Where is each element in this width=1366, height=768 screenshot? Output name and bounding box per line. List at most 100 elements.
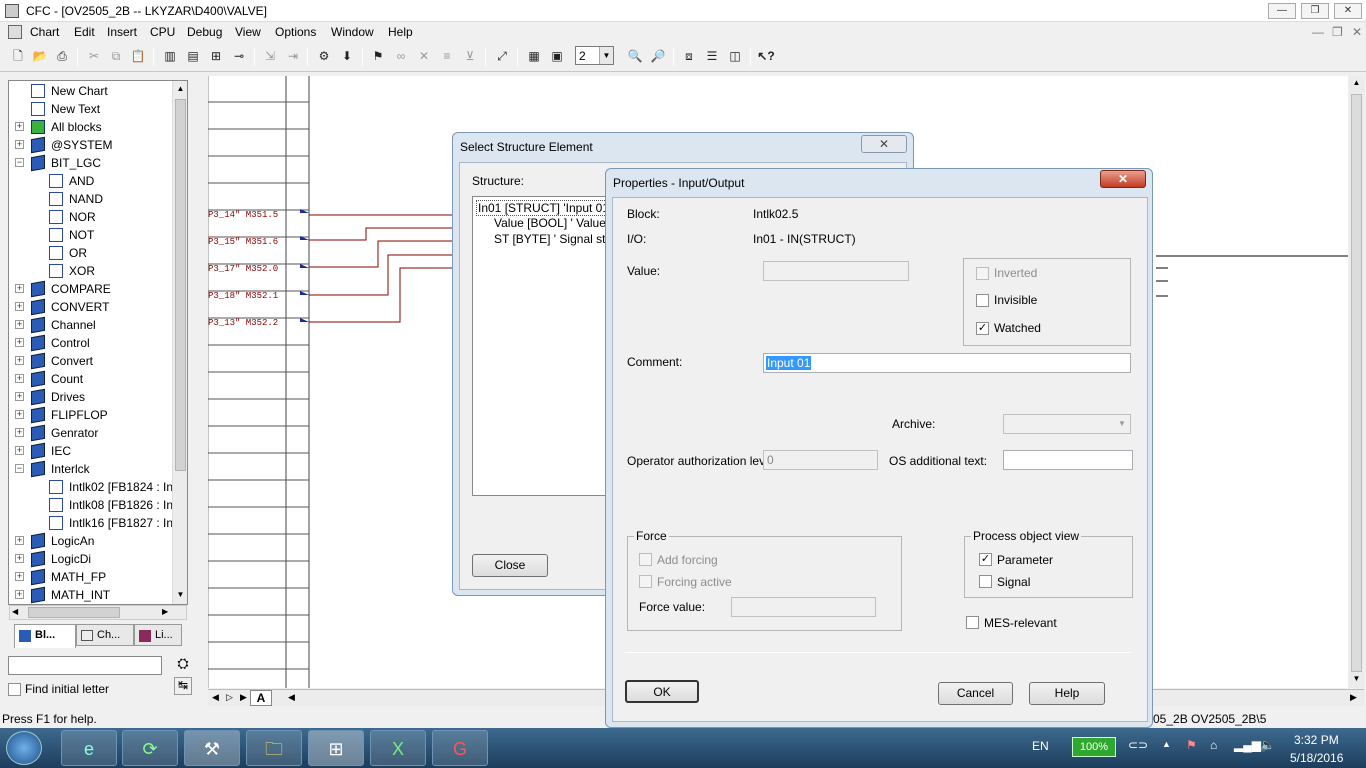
next-sheet-icon[interactable]: ▶ (240, 692, 247, 703)
scroll-down-icon[interactable]: ▼ (173, 587, 188, 603)
operator-authorization-field[interactable]: 0 (763, 450, 878, 470)
expand-icon[interactable]: + (15, 302, 24, 311)
paste-icon[interactable]: 📋 (128, 46, 148, 66)
expand-icon[interactable]: + (15, 284, 24, 293)
interconnect-icon[interactable]: ⊞ (206, 46, 226, 66)
sheet-bar-icon[interactable]: ▣ (547, 46, 567, 66)
scroll-left-icon[interactable]: ◀ (288, 692, 295, 703)
structure-node[interactable]: In01 [STRUCT] 'Input 01' (476, 200, 614, 216)
comment-field[interactable]: Input 01 (763, 353, 1131, 373)
os-additional-text-field[interactable] (1003, 450, 1133, 470)
expand-icon[interactable]: + (15, 446, 24, 455)
binoculars-icon[interactable]: ⛭ (174, 655, 192, 673)
print-icon[interactable]: ⎙ (52, 46, 72, 66)
expand-icon[interactable]: + (15, 140, 24, 149)
expand-icon[interactable]: + (15, 554, 24, 563)
tab-charts[interactable]: Ch... (76, 624, 134, 646)
menu-chart[interactable]: Chart (30, 25, 59, 39)
minimize-button[interactable]: — (1268, 3, 1296, 19)
context-help-icon[interactable]: ↖? (756, 46, 776, 66)
action-center-icon[interactable]: ⚑ (1186, 738, 1197, 752)
internet-explorer-icon[interactable]: e (61, 730, 117, 766)
expand-icon[interactable]: + (15, 122, 24, 131)
signal-strength-icon[interactable]: ▂▄▆ (1234, 738, 1261, 752)
trend-icon[interactable]: ≡ (437, 46, 457, 66)
sheet-tab-a[interactable]: A (250, 690, 272, 706)
scroll-thumb[interactable] (175, 99, 186, 471)
clock-time[interactable]: 3:32 PM (1294, 733, 1339, 747)
clock-date[interactable]: 5/18/2016 (1290, 751, 1343, 765)
route-icon[interactable]: ⇲ (260, 46, 280, 66)
scroll-down-icon[interactable]: ▼ (1349, 674, 1364, 683)
menu-edit[interactable]: Edit (74, 25, 95, 39)
menu-view[interactable]: View (235, 25, 261, 39)
usb-icon[interactable]: ⌂ (1210, 738, 1217, 752)
scroll-thumb[interactable] (1351, 94, 1362, 672)
first-sheet-icon[interactable]: ◀ (212, 692, 219, 703)
structure-node[interactable]: Value [BOOL] ' Value' (494, 216, 608, 230)
mdi-minimize-button[interactable]: — (1312, 25, 1324, 39)
signal-label[interactable]: P3_17" M352.0 (208, 264, 278, 274)
goto-icon[interactable]: ⇥ (283, 46, 303, 66)
start-button[interactable] (6, 731, 42, 765)
collapse-icon[interactable]: − (15, 158, 24, 167)
expand-icon[interactable]: + (15, 392, 24, 401)
watch-off-icon[interactable]: ✕ (414, 46, 434, 66)
restore-button[interactable]: ❐ (1301, 3, 1329, 19)
excel-icon[interactable]: X (370, 730, 426, 766)
menu-options[interactable]: Options (275, 25, 316, 39)
test-mode-icon[interactable]: ⚑ (368, 46, 388, 66)
collapse-icon[interactable]: − (15, 464, 24, 473)
cancel-button[interactable]: Cancel (938, 682, 1013, 705)
compile-icon[interactable]: ⚙ (314, 46, 334, 66)
tile-horizontal-icon[interactable]: ☰ (702, 46, 722, 66)
invisible-checkbox[interactable] (976, 294, 989, 307)
tab-blocks[interactable]: Bl... (14, 624, 76, 648)
expand-icon[interactable]: + (15, 356, 24, 365)
catalog-icon[interactable]: ▥ (160, 46, 180, 66)
signal-label[interactable]: P3_18" M352.1 (208, 291, 278, 301)
scroll-left-icon[interactable]: ◀ (12, 607, 18, 616)
find-input[interactable] (8, 656, 162, 675)
prev-sheet-icon[interactable]: ▷ (226, 692, 233, 703)
force-value-field[interactable] (731, 597, 876, 617)
run-sequence-icon[interactable]: ⊸ (229, 46, 249, 66)
h-scroll-thumb[interactable] (28, 607, 120, 618)
new-file-icon[interactable]: 🗋 (8, 46, 28, 66)
network-icon[interactable]: ⊂⊃ (1128, 738, 1148, 752)
zoom-out-icon[interactable]: 🔎 (648, 46, 668, 66)
download-icon[interactable]: ⬇ (337, 46, 357, 66)
tab-libraries[interactable]: Li... (134, 624, 182, 646)
menu-window[interactable]: Window (331, 25, 374, 39)
app-red-icon[interactable]: G (432, 730, 488, 766)
expand-icon[interactable]: + (15, 320, 24, 329)
menu-debug[interactable]: Debug (187, 25, 222, 39)
close-button[interactable]: Close (472, 554, 548, 577)
grid-icon[interactable]: ▦ (524, 46, 544, 66)
scroll-up-icon[interactable]: ▲ (173, 81, 188, 97)
mdi-restore-button[interactable]: ❐ (1332, 25, 1343, 39)
language-indicator[interactable]: EN (1032, 739, 1049, 753)
battery-indicator[interactable]: 100% (1072, 737, 1116, 757)
expand-icon[interactable]: + (15, 374, 24, 383)
cut-icon[interactable]: ✂ (84, 46, 104, 66)
expand-icon[interactable]: + (15, 590, 24, 599)
help-button[interactable]: Help (1029, 682, 1105, 705)
overview-icon[interactable]: ⤢ (492, 46, 512, 66)
parameter-checkbox[interactable]: ✓ (979, 553, 992, 566)
close-icon[interactable]: ✕ (861, 135, 907, 153)
expand-icon[interactable]: + (15, 338, 24, 347)
signal-label[interactable]: P3_15" M351.6 (208, 237, 278, 247)
menu-cpu[interactable]: CPU (150, 25, 175, 39)
watched-checkbox[interactable]: ✓ (976, 322, 989, 335)
ok-button[interactable]: OK (625, 680, 699, 703)
scroll-right-icon[interactable]: ▶ (162, 607, 168, 616)
trace-icon[interactable]: ⊻ (460, 46, 480, 66)
show-hidden-icons-icon[interactable]: ▲ (1162, 739, 1171, 749)
expand-icon[interactable]: + (15, 536, 24, 545)
cfc-editor-icon[interactable]: ⊞ (308, 730, 364, 766)
expand-icon[interactable]: + (15, 410, 24, 419)
close-button[interactable]: ✕ (1334, 3, 1362, 19)
watch-on-icon[interactable]: ∞ (391, 46, 411, 66)
inverted-checkbox[interactable] (976, 267, 989, 280)
